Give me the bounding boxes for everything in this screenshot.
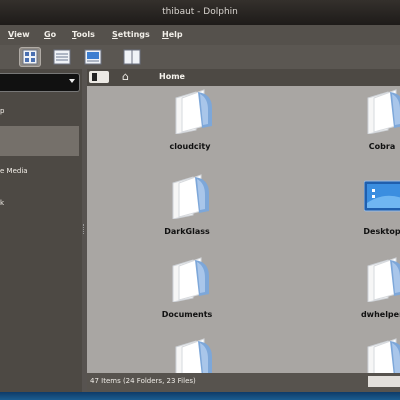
folder-icon (172, 174, 209, 219)
dolphin-window: thibaut - Dolphin View Go Tools Settings… (0, 0, 400, 392)
sidebar-panel-selector[interactable] (0, 73, 80, 92)
details-view-icon (53, 49, 71, 65)
menu-tools[interactable]: Tools (72, 25, 95, 45)
title-bar[interactable]: thibaut - Dolphin (0, 0, 400, 25)
folder-icon (172, 257, 209, 302)
chevron-down-icon (69, 79, 75, 83)
menu-bar: View Go Tools Settings Help (0, 25, 400, 45)
menu-settings[interactable]: Settings (112, 25, 150, 45)
location-bar: ⌂ Home (87, 69, 400, 86)
taskbar (0, 392, 400, 400)
zoom-slider[interactable] (368, 376, 400, 387)
file-view[interactable]: cloudcity Cobra DarkGlass Desktop Documents d… (87, 86, 400, 373)
toolbar (0, 45, 400, 69)
folder-icon (175, 89, 212, 134)
preview-view-button[interactable] (82, 47, 104, 67)
status-bar: 47 Items (24 Folders, 23 Files) (87, 373, 400, 392)
folder-label: DarkGlass (164, 227, 210, 236)
sidebar-item-network[interactable]: k (0, 199, 4, 207)
places-sidebar: p e Media k (0, 69, 82, 392)
window-title: thibaut - Dolphin (162, 7, 238, 17)
folder-icon (367, 257, 400, 302)
menu-help[interactable]: Help (162, 25, 183, 45)
menu-view[interactable]: View (8, 25, 30, 45)
folder-label: Documents (161, 310, 213, 319)
splitter-grip-icon (83, 224, 86, 234)
folder-icon (367, 89, 400, 134)
split-view-icon (123, 49, 141, 65)
menu-go[interactable]: Go (44, 25, 56, 45)
home-icon[interactable]: ⌂ (122, 70, 129, 84)
breadcrumb-home[interactable]: Home (159, 71, 185, 83)
details-view-button[interactable] (51, 47, 73, 67)
split-view-button[interactable] (121, 47, 143, 67)
sidebar-item-removable-media[interactable]: e Media (0, 167, 28, 175)
folder-icon (175, 338, 212, 373)
toggle-indicator-icon (92, 73, 97, 81)
folder-label: cloudcity (169, 142, 211, 151)
folder-icon (367, 338, 400, 373)
icons-view-icon (22, 49, 38, 65)
status-text: 47 Items (24 Folders, 23 Files) (90, 377, 196, 385)
location-toggle-button[interactable] (89, 71, 109, 83)
sidebar-item-selected[interactable] (0, 126, 79, 156)
preview-view-icon (84, 49, 102, 65)
folder-label: Desktop (363, 227, 400, 236)
folder-label: dwhelper (360, 310, 400, 319)
folder-label: Cobra (368, 142, 396, 151)
sidebar-item-home[interactable]: p (0, 107, 4, 115)
desktop-folder-icon (364, 180, 400, 212)
icons-view-button[interactable] (19, 47, 41, 67)
